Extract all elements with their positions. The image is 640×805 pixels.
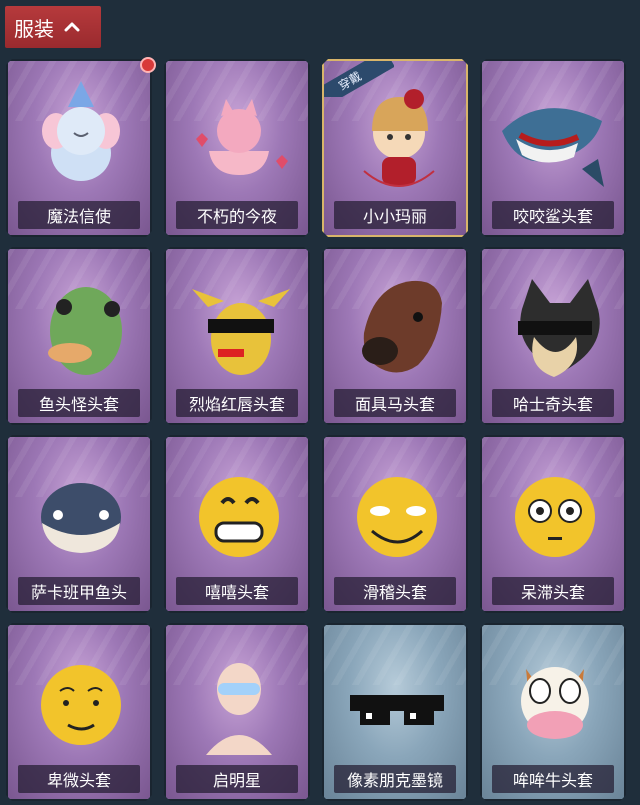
fish-head-icon	[8, 249, 152, 389]
outfit-name: 呆滞头套	[492, 577, 614, 605]
outfit-name: 像素朋克墨镜	[334, 765, 456, 793]
outfit-name: 咬咬鲨头套	[492, 201, 614, 229]
pink-cat-bowl-icon	[166, 61, 310, 201]
grin-emoji-icon	[166, 437, 310, 577]
outfit-name: 鱼头怪头套	[18, 389, 140, 417]
outfit-card[interactable]: 滑稽头套	[322, 435, 468, 613]
outfit-card[interactable]: 烈焰红唇头套	[164, 247, 310, 425]
outfit-name: 滑稽头套	[334, 577, 456, 605]
equipped-badge: 穿戴	[322, 59, 394, 97]
outfit-name: 面具马头套	[334, 389, 456, 417]
outfit-name: 哞哞牛头套	[492, 765, 614, 793]
yellow-hood-sunglasses-icon	[166, 249, 310, 389]
outfit-category-toggle[interactable]: 服装	[5, 6, 101, 48]
glowing-glasses-figure-icon	[166, 625, 310, 765]
outfit-card[interactable]: 萨卡班甲鱼头	[6, 435, 152, 613]
outfit-name: 萨卡班甲鱼头	[18, 577, 140, 605]
pixel-sunglasses-icon	[324, 625, 468, 765]
outfit-name: 卑微头套	[18, 765, 140, 793]
shark-head-icon	[482, 61, 626, 201]
outfit-card[interactable]: 咬咬鲨头套	[480, 59, 626, 237]
outfit-name: 烈焰红唇头套	[176, 389, 298, 417]
fish-ball-head-icon	[8, 437, 152, 577]
outfit-card[interactable]: 魔法信使	[6, 59, 152, 237]
outfit-card[interactable]: 面具马头套	[322, 247, 468, 425]
new-item-dot	[140, 57, 156, 73]
outfit-card[interactable]: 嘻嘻头套	[164, 435, 310, 613]
equipped-badge-label: 穿戴	[322, 59, 394, 97]
outfit-card[interactable]: 不朽的今夜	[164, 59, 310, 237]
outfit-name: 不朽的今夜	[176, 201, 298, 229]
outfit-card[interactable]: 穿戴小小玛丽	[322, 59, 468, 237]
outfit-name: 魔法信使	[18, 201, 140, 229]
pleading-emoji-icon	[8, 625, 152, 765]
outfit-name: 哈士奇头套	[492, 389, 614, 417]
outfit-card[interactable]: 呆滞头套	[480, 435, 626, 613]
outfit-card[interactable]: 鱼头怪头套	[6, 247, 152, 425]
cow-head-icon	[482, 625, 626, 765]
outfit-card[interactable]: 哈士奇头套	[480, 247, 626, 425]
outfit-card[interactable]: 哞哞牛头套	[480, 623, 626, 801]
dazed-emoji-icon	[482, 437, 626, 577]
outfit-name: 嘻嘻头套	[176, 577, 298, 605]
outfit-card[interactable]: 卑微头套	[6, 623, 152, 801]
category-title: 服装	[14, 16, 54, 41]
outfit-name: 启明星	[176, 765, 298, 793]
husky-head-icon	[482, 249, 626, 389]
smirk-emoji-icon	[324, 437, 468, 577]
outfit-name: 小小玛丽	[334, 201, 456, 229]
outfit-card[interactable]: 像素朋克墨镜	[322, 623, 468, 801]
outfit-card[interactable]: 启明星	[164, 623, 310, 801]
chevron-up-icon	[64, 22, 80, 32]
elephant-plush-icon	[8, 61, 152, 201]
horse-mask-icon	[324, 249, 468, 389]
